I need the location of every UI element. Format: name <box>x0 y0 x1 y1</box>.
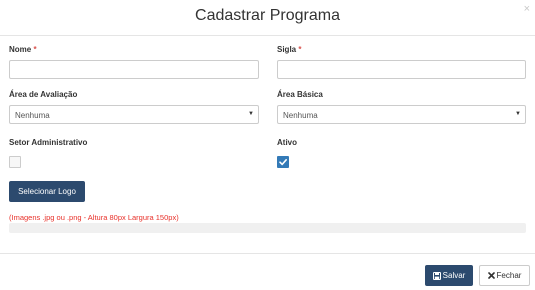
nome-input[interactable] <box>9 60 259 79</box>
area-avaliacao-select[interactable]: Nenhuma ▼ <box>9 105 259 124</box>
area-basica-label: Área Básica <box>277 90 323 99</box>
upload-progress-bar <box>9 223 526 233</box>
required-marker: * <box>33 45 37 54</box>
logo-hint-text: (Imagens .jpg ou .png - Altura 80px Larg… <box>9 213 179 222</box>
x-icon <box>487 272 495 280</box>
modal-close-icon[interactable]: × <box>524 4 530 15</box>
modal-header: Cadastrar Programa × <box>0 0 535 36</box>
sigla-label-text: Sigla <box>277 45 297 54</box>
setor-administrativo-checkbox[interactable] <box>9 156 21 168</box>
sigla-label: Sigla * <box>277 45 301 54</box>
close-button-label: Fechar <box>496 271 522 280</box>
modal-footer: Salvar Fechar <box>0 253 535 290</box>
ativo-checkbox[interactable] <box>277 156 289 168</box>
save-button-label: Salvar <box>442 271 466 280</box>
modal-dialog: Cadastrar Programa × Nome * Sigla * Área… <box>0 0 535 290</box>
setor-administrativo-label: Setor Administrativo <box>9 138 88 147</box>
check-icon <box>279 159 287 166</box>
area-basica-selected: Nenhuma <box>283 111 318 120</box>
caret-down-icon: ▼ <box>248 111 254 117</box>
required-marker: * <box>298 45 302 54</box>
floppy-disk-icon <box>432 271 441 280</box>
modal-title: Cadastrar Programa <box>195 7 340 24</box>
area-basica-select[interactable]: Nenhuma ▼ <box>277 105 526 124</box>
area-avaliacao-selected: Nenhuma <box>15 111 50 120</box>
nome-label: Nome * <box>9 45 37 54</box>
ativo-label: Ativo <box>277 138 297 147</box>
save-button[interactable]: Salvar <box>425 265 473 286</box>
area-avaliacao-label: Área de Avaliação <box>9 90 78 99</box>
sigla-input[interactable] <box>277 60 526 79</box>
close-button[interactable]: Fechar <box>479 265 530 286</box>
select-logo-button[interactable]: Selecionar Logo <box>9 181 85 202</box>
caret-down-icon: ▼ <box>515 111 521 117</box>
nome-label-text: Nome <box>9 45 32 54</box>
